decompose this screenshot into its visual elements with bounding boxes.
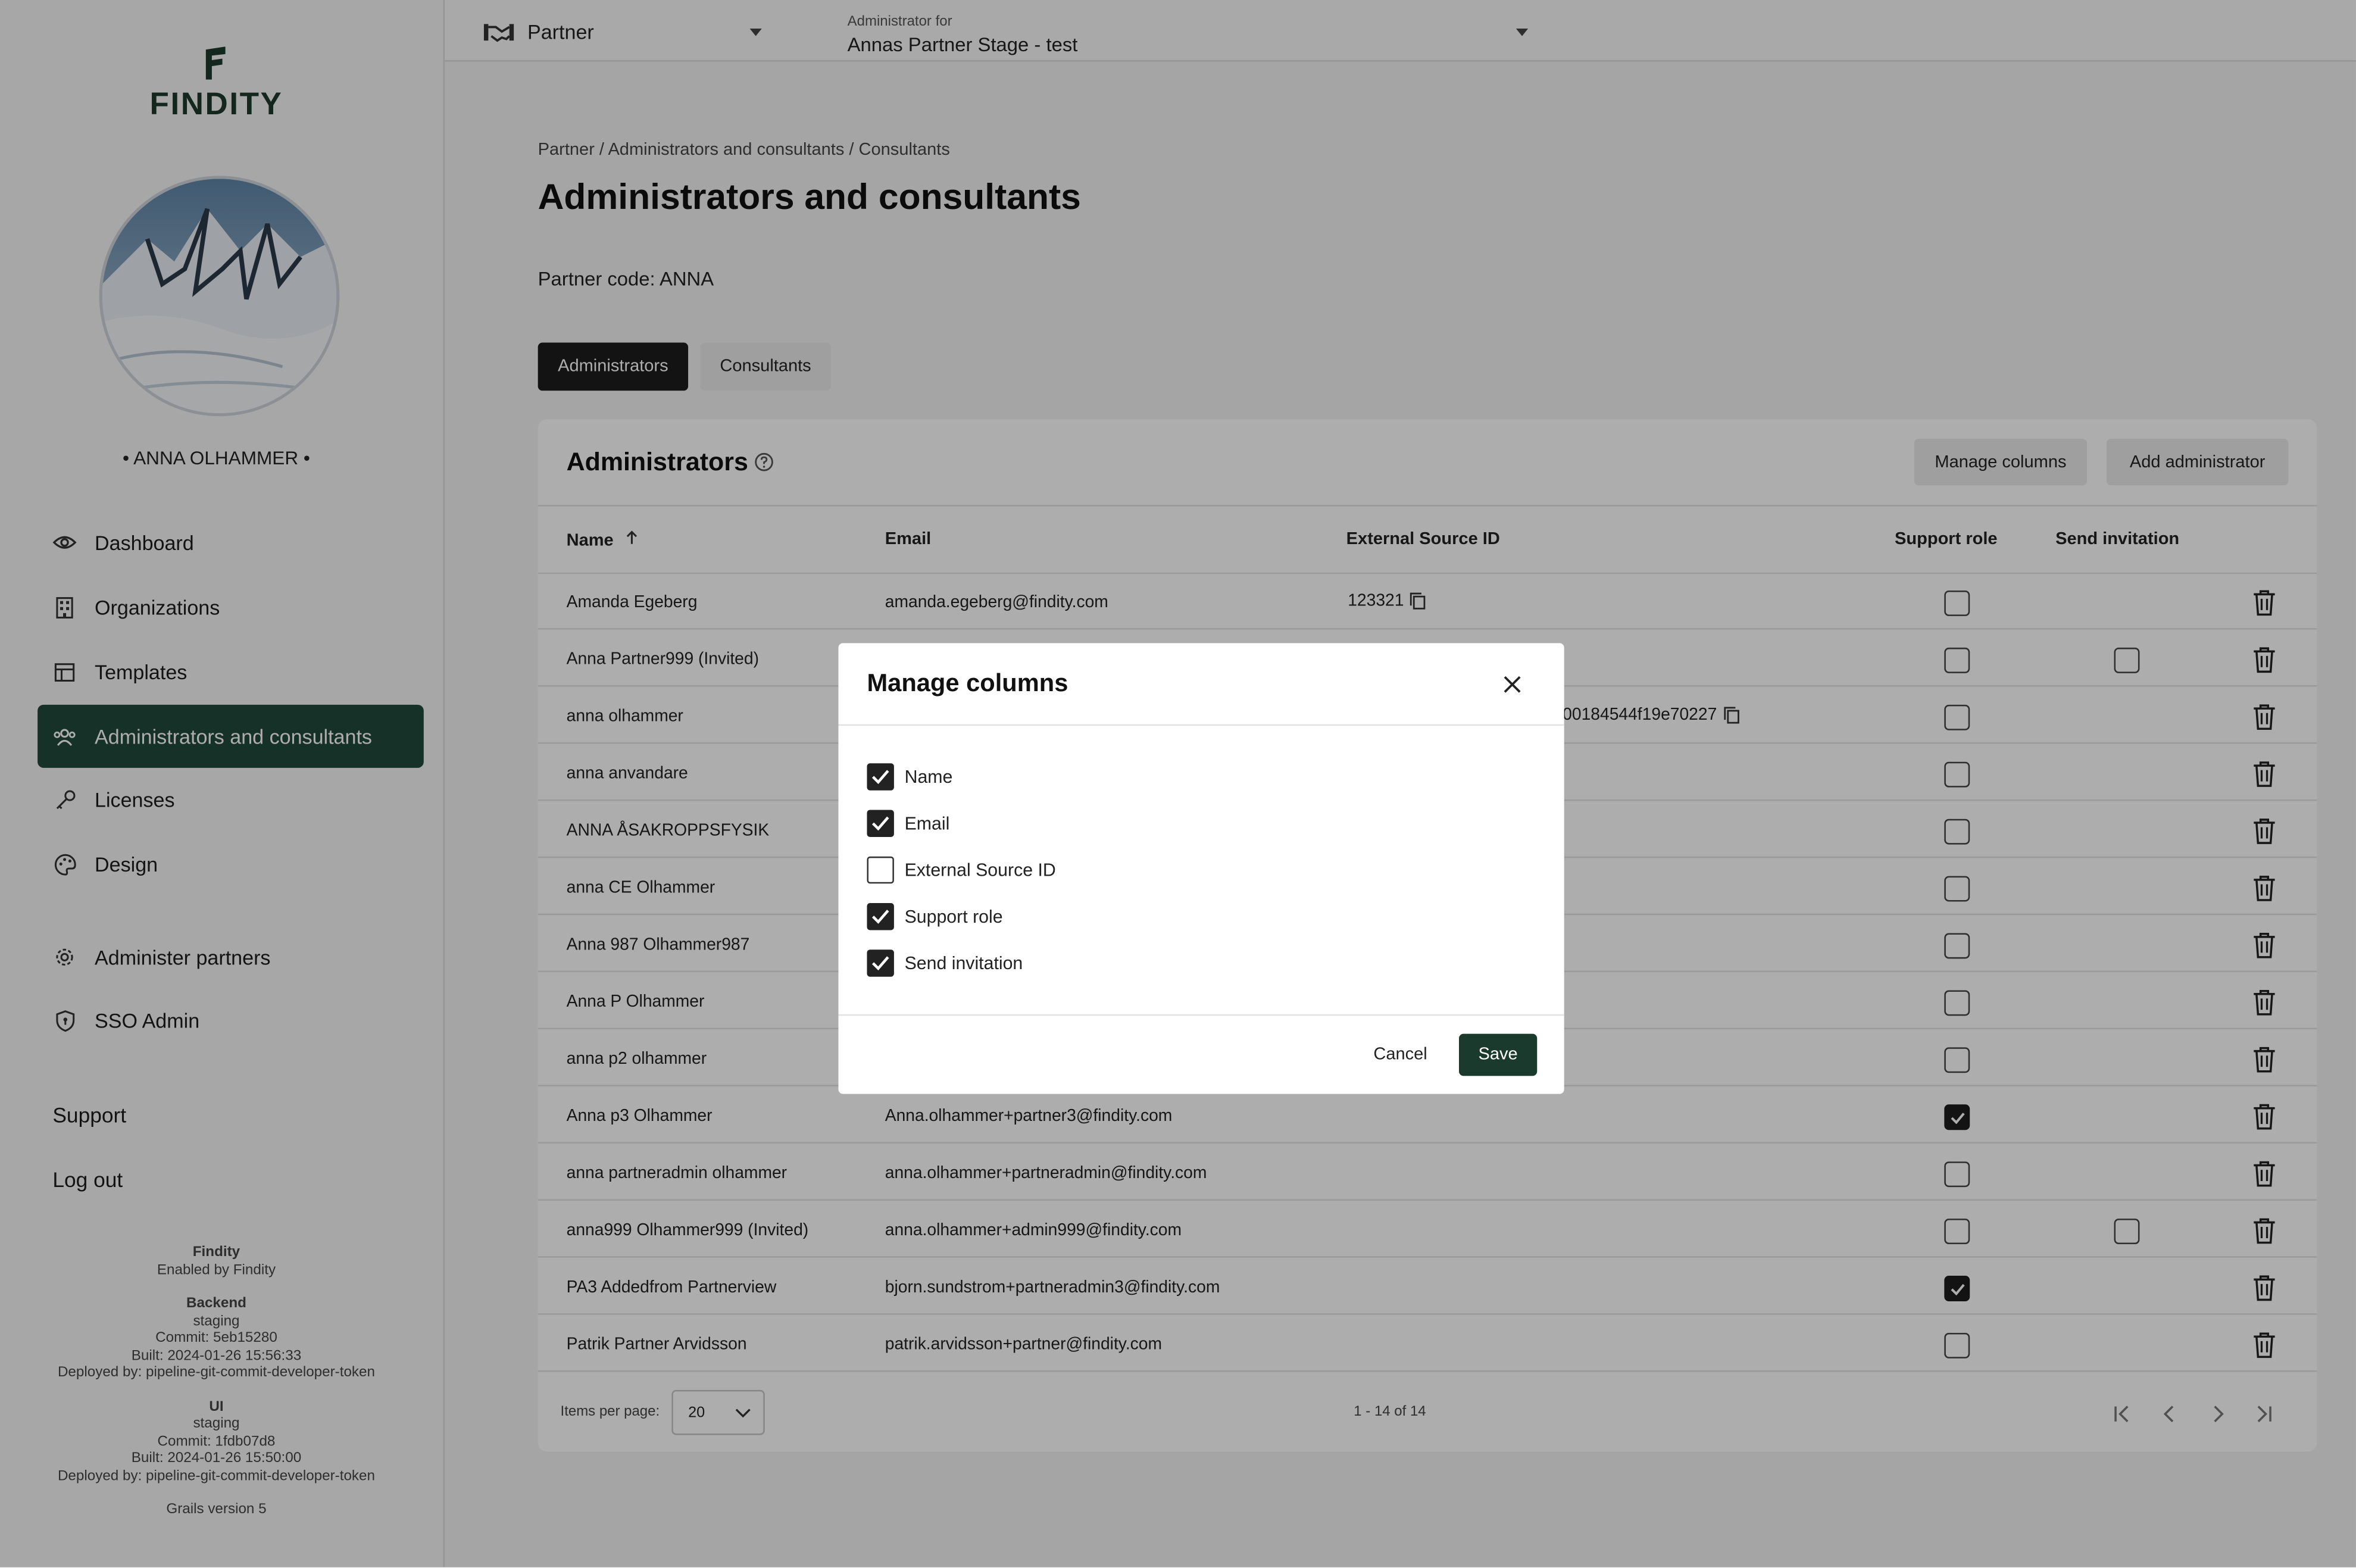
column-option[interactable]: Support role [867,903,1003,930]
column-option-label: Support role [904,906,1003,927]
save-button[interactable]: Save [1458,1033,1538,1076]
column-option[interactable]: Email [867,810,949,837]
column-option-checkbox[interactable] [867,903,894,930]
column-option-label: Name [904,766,953,788]
column-option-label: Email [904,813,950,834]
column-option[interactable]: Name [867,763,953,791]
column-option[interactable]: External Source ID [867,856,1056,884]
column-option-checkbox[interactable] [867,949,894,977]
column-option-checkbox[interactable] [867,810,894,837]
column-option-checkbox[interactable] [867,856,894,884]
cancel-button[interactable]: Cancel [1361,1034,1439,1076]
column-option-label: External Source ID [904,859,1056,881]
column-option[interactable]: Send invitation [867,949,1023,977]
column-option-label: Send invitation [904,952,1023,974]
modal-title: Manage columns [867,670,1068,698]
manage-columns-modal: Manage columns Name Email External Source … [838,643,1564,1094]
column-option-checkbox[interactable] [867,763,894,791]
close-icon[interactable] [1502,674,1522,694]
